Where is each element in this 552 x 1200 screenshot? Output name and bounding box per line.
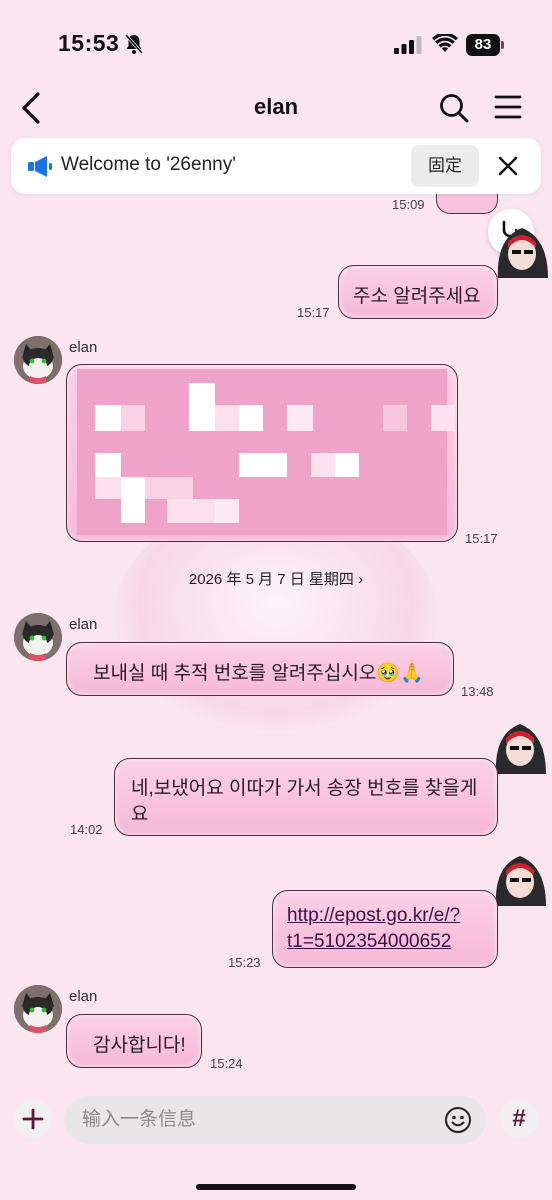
megaphone-icon [28, 156, 52, 177]
message-bubble-self[interactable]: 네,보냈어요 이따가 가서 송장 번호를 찾을게 요 [114, 758, 498, 836]
message-text-line2: 요 [131, 804, 149, 825]
cat-avatar-icon [14, 336, 62, 384]
message-text: 감사합니다! [93, 1035, 186, 1056]
date-divider[interactable]: 2026 年 5 月 7 日 星期四 › [176, 567, 376, 593]
plus-icon [22, 1108, 44, 1130]
search-button[interactable] [438, 92, 470, 124]
battery-level: 83 [466, 34, 500, 56]
message-time: 15:09 [392, 197, 425, 212]
avatar-self[interactable] [492, 218, 552, 284]
tracking-link-line1[interactable]: http://epost.go.kr/e/? [287, 905, 460, 927]
menu-button[interactable] [494, 94, 522, 120]
sender-name: elan [69, 616, 98, 633]
message-time: 15:17 [297, 305, 330, 320]
notice-text: Welcome to '26enny' [61, 154, 236, 175]
message-time: 15:23 [228, 955, 261, 970]
battery-indicator: 83 [466, 34, 504, 56]
message-text-line1: 네,보냈어요 이따가 가서 송장 번호를 찾을게 [131, 778, 478, 799]
message-text: 주소 알려주세요 [353, 286, 481, 307]
message-bubble-elan[interactable]: 감사합니다! [66, 1014, 202, 1068]
avatar-self[interactable] [490, 714, 550, 780]
sender-name: elan [69, 339, 98, 356]
message-bubble-elan[interactable]: 보내실 때 추적 번호를 알려주십시오🥹🙏 [66, 642, 454, 696]
status-time: 15:53 [58, 30, 120, 56]
message-bubble-self[interactable]: 주소 알려주세요 [338, 265, 498, 319]
message-time: 15:24 [210, 1056, 243, 1071]
signal-icon [394, 36, 422, 54]
close-icon[interactable] [497, 155, 519, 177]
message-bubble-self[interactable]: http://epost.go.kr/e/? t1=5102354000652 [272, 890, 498, 968]
bell-off-icon [124, 34, 144, 54]
cat-avatar-icon [14, 613, 62, 661]
tracking-link-line2[interactable]: t1=5102354000652 [287, 931, 451, 953]
add-attachment-button[interactable] [14, 1100, 52, 1138]
message-time: 13:48 [461, 684, 494, 699]
avatar-elan[interactable] [14, 613, 62, 661]
message-time: 14:02 [70, 822, 103, 837]
sender-name: elan [69, 988, 98, 1005]
emoji-icon[interactable] [444, 1106, 472, 1134]
wifi-icon [432, 34, 458, 52]
avatar-self[interactable] [490, 846, 550, 912]
avatar-elan[interactable] [14, 985, 62, 1033]
message-input-container[interactable] [64, 1096, 486, 1144]
message-input[interactable] [82, 1106, 442, 1134]
cat-avatar-icon [14, 985, 62, 1033]
notice-banner[interactable]: Welcome to '26enny' 固定 [11, 138, 541, 194]
message-text: 보내실 때 추적 번호를 알려주십시오🥹🙏 [93, 663, 424, 684]
message-time: 15:17 [465, 531, 498, 546]
pin-button[interactable]: 固定 [411, 145, 479, 187]
avatar-elan[interactable] [14, 336, 62, 384]
message-bubble-blurred[interactable] [66, 364, 458, 542]
hashtag-button[interactable]: # [500, 1100, 538, 1138]
home-indicator [196, 1184, 356, 1190]
